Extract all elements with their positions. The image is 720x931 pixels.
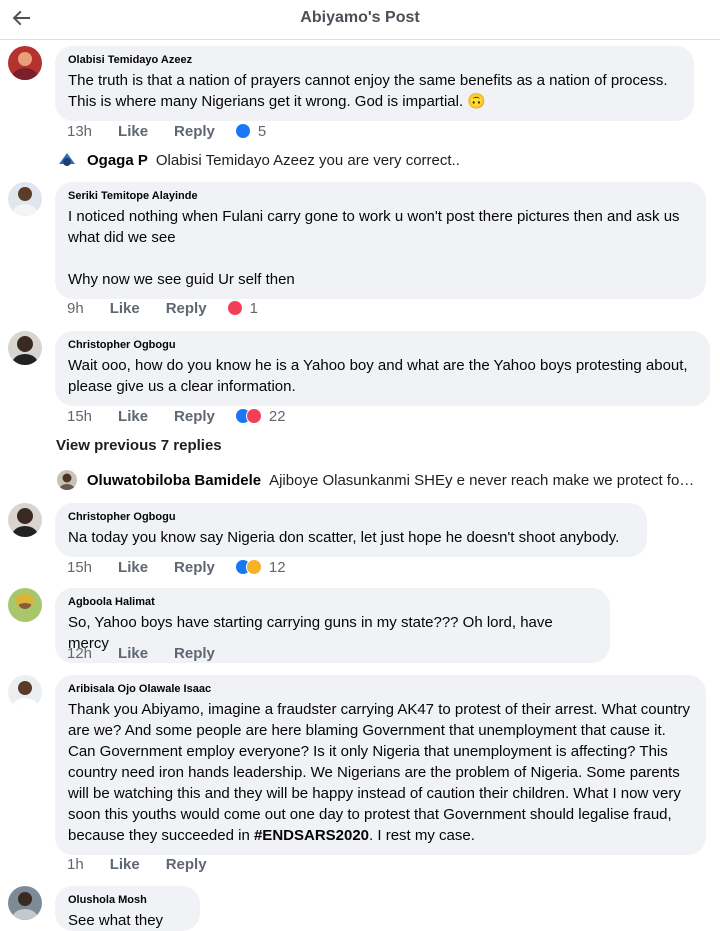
reply-preview[interactable]: Ogaga P Olabisi Temidayo Azeez you are v…: [57, 149, 697, 171]
like-button[interactable]: Like: [118, 559, 148, 576]
comment-text-end: . I rest my case.: [369, 827, 475, 844]
comment-actions: 12h Like Reply: [67, 643, 241, 663]
comment-text: See what they did: [68, 912, 164, 929]
comment-bubble: Christopher Ogbogu Wait ooo, how do you …: [55, 331, 710, 406]
avatar[interactable]: [8, 675, 42, 709]
comment-actions: 1h Like Reply: [67, 854, 233, 874]
reply-button[interactable]: Reply: [174, 408, 215, 425]
reply-button[interactable]: Reply: [174, 645, 215, 662]
comment-bubble: Christopher Ogbogu Na today you know say…: [55, 503, 647, 557]
reaction-count: 5: [257, 122, 267, 140]
reply-author[interactable]: Oluwatobiloba Bamidele: [87, 472, 261, 489]
comment-bubble: Seriki Temitope Alayinde I noticed nothi…: [55, 182, 706, 299]
avatar[interactable]: [8, 886, 42, 920]
reactions-summary[interactable]: 12: [234, 558, 286, 576]
reaction-count: 12: [268, 558, 286, 576]
comment-text: Thank you Abiyamo, imagine a fraudster c…: [68, 699, 693, 846]
like-reaction-icon: [234, 123, 251, 139]
reactions-summary[interactable]: 5: [234, 122, 267, 140]
page-title: Abiyamo's Post: [300, 9, 420, 26]
comment-text: Na today you know say Nigeria don scatte…: [68, 529, 620, 546]
like-button[interactable]: Like: [110, 300, 140, 317]
avatar[interactable]: [8, 588, 42, 622]
haha-reaction-icon: [245, 559, 262, 575]
reply-button[interactable]: Reply: [166, 856, 207, 873]
comment-text: The truth is that a nation of prayers ca…: [68, 72, 672, 110]
avatar[interactable]: [8, 503, 42, 537]
comment-actions: 15h Like Reply 22: [67, 406, 286, 426]
avatar: [57, 470, 77, 490]
comment-time[interactable]: 15h: [67, 408, 92, 425]
comment-time[interactable]: 15h: [67, 559, 92, 576]
comment-author[interactable]: Agboola Halimat: [68, 596, 597, 608]
reply-text: Olabisi Temidayo Azeez you are very corr…: [155, 151, 460, 169]
love-reaction-icon: [226, 300, 243, 316]
reply-button[interactable]: Reply: [174, 123, 215, 140]
comment-bubble: Olushola Mosh See what they did: [55, 886, 200, 931]
comment-author[interactable]: Olushola Mosh: [68, 894, 187, 906]
comment-author[interactable]: Aribisala Ojo Olawale Isaac: [68, 683, 693, 695]
like-button[interactable]: Like: [118, 408, 148, 425]
comment-time[interactable]: 12h: [67, 645, 92, 662]
comment-time[interactable]: 13h: [67, 123, 92, 140]
like-button[interactable]: Like: [118, 123, 148, 140]
reaction-count: 1: [249, 299, 258, 317]
comment-actions: 9h Like Reply 1: [67, 298, 258, 318]
reply-preview[interactable]: Oluwatobiloba Bamidele Ajiboye Olasunkan…: [57, 469, 697, 491]
comment-author[interactable]: Olabisi Temidayo Azeez: [68, 54, 681, 66]
comment-author[interactable]: Christopher Ogbogu: [68, 511, 634, 523]
avatar[interactable]: [8, 182, 42, 216]
comment-time[interactable]: 1h: [67, 856, 84, 873]
avatar[interactable]: [8, 331, 42, 365]
reaction-count: 22: [268, 407, 286, 425]
comment-text: Wait ooo, how do you know he is a Yahoo …: [68, 357, 692, 395]
comment-text-body: Thank you Abiyamo, imagine a fraudster c…: [68, 701, 695, 844]
reactions-summary[interactable]: 1: [226, 299, 258, 317]
reply-text: Ajiboye Olasunkanmi SHEy e never reach m…: [269, 471, 697, 489]
comment-bubble: Aribisala Ojo Olawale Isaac Thank you Ab…: [55, 675, 706, 855]
reactions-summary[interactable]: 22: [234, 407, 286, 425]
comment-bubble: Olabisi Temidayo Azeez The truth is that…: [55, 46, 694, 121]
comment-author[interactable]: Christopher Ogbogu: [68, 339, 697, 351]
comment-author[interactable]: Seriki Temitope Alayinde: [68, 190, 693, 202]
comment-text: I noticed nothing when Fulani carry gone…: [68, 208, 680, 288]
comment-time[interactable]: 9h: [67, 300, 84, 317]
avatar: [57, 150, 77, 170]
reply-author[interactable]: Ogaga P: [87, 152, 148, 169]
like-button[interactable]: Like: [118, 645, 148, 662]
reply-button[interactable]: Reply: [174, 559, 215, 576]
avatar[interactable]: [8, 46, 42, 80]
like-button[interactable]: Like: [110, 856, 140, 873]
reply-button[interactable]: Reply: [166, 300, 207, 317]
view-previous-replies-link[interactable]: View previous 7 replies: [56, 437, 222, 454]
hashtag-link[interactable]: #ENDSARS2020: [254, 827, 369, 844]
comment-actions: 13h Like Reply 5: [67, 121, 266, 141]
top-bar: Abiyamo's Post: [0, 0, 720, 40]
comment-actions: 15h Like Reply 12: [67, 557, 286, 577]
love-reaction-icon: [245, 408, 262, 424]
